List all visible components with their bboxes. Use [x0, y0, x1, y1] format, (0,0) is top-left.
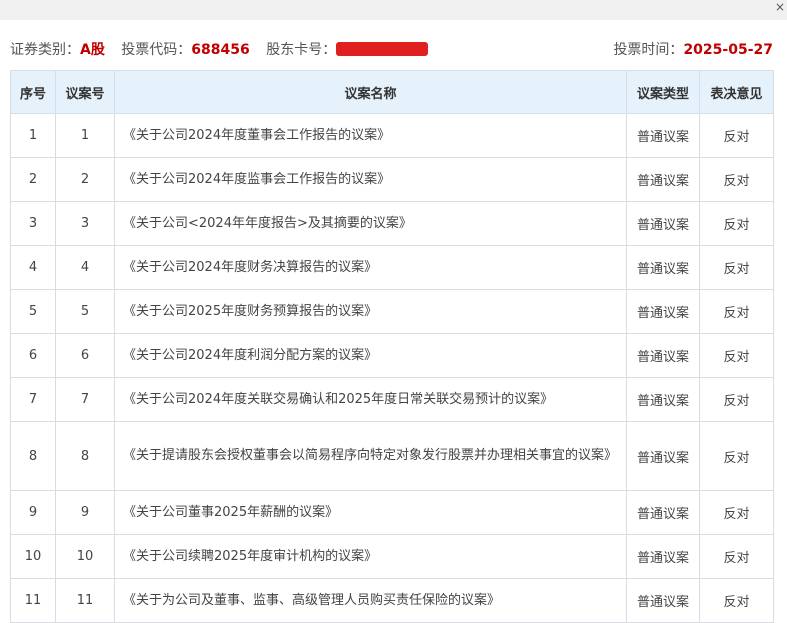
table-row: 4 4 《关于公司2024年度财务决算报告的议案》 普通议案 反对 [10, 245, 774, 290]
vote-code-value: 688456 [191, 42, 250, 58]
table-row: 7 7 《关于公司2024年度关联交易确认和2025年度日常关联交易预计的议案》… [10, 377, 774, 422]
table-row: 5 5 《关于公司2025年度财务预算报告的议案》 普通议案 反对 [10, 289, 774, 334]
vote-code: 投票代码：688456 [121, 42, 254, 58]
shareholder-card-label: 股东卡号： [266, 42, 337, 58]
cell-proposal-name: 《关于公司2024年度关联交易确认和2025年度日常关联交易预计的议案》 [114, 377, 627, 422]
vote-time-value: 2025-05-27 [683, 42, 773, 58]
cell-vote-opinion: 反对 [699, 578, 774, 623]
cell-proposal-no: 7 [55, 377, 115, 422]
proposal-table: 序号 议案号 议案名称 议案类型 表决意见 1 1 《关于公司2024年度董事会… [10, 70, 774, 623]
cell-proposal-type: 普通议案 [626, 333, 700, 378]
table-row: 1 1 《关于公司2024年度董事会工作报告的议案》 普通议案 反对 [10, 113, 774, 158]
cell-vote-opinion: 反对 [699, 245, 774, 290]
cell-vote-opinion: 反对 [699, 333, 774, 378]
cell-proposal-name: 《关于公司2025年度财务预算报告的议案》 [114, 289, 627, 334]
cell-proposal-type: 普通议案 [626, 377, 700, 422]
cell-vote-opinion: 反对 [699, 201, 774, 246]
cell-seq: 8 [10, 421, 56, 491]
table-row: 11 11 《关于为公司及董事、监事、高级管理人员购买责任保险的议案》 普通议案… [10, 578, 774, 623]
close-icon[interactable]: × [775, 0, 785, 14]
cell-seq: 9 [10, 490, 56, 535]
header-proposal-no: 议案号 [55, 70, 115, 114]
cell-vote-opinion: 反对 [699, 490, 774, 535]
cell-proposal-type: 普通议案 [626, 490, 700, 535]
redacted-card-number [336, 42, 429, 56]
cell-proposal-no: 10 [55, 534, 115, 579]
cell-proposal-type: 普通议案 [626, 157, 700, 202]
cell-seq: 3 [10, 201, 56, 246]
cell-proposal-type: 普通议案 [626, 534, 700, 579]
header-vote-opinion: 表决意见 [699, 70, 774, 114]
cell-seq: 2 [10, 157, 56, 202]
vote-time: 投票时间：2025-05-27 [613, 38, 773, 62]
security-type-label: 证券类别： [10, 42, 80, 58]
table-row: 8 8 《关于提请股东会授权董事会以简易程序向特定对象发行股票并办理相关事宜的议… [10, 421, 774, 491]
cell-proposal-name: 《关于提请股东会授权董事会以简易程序向特定对象发行股票并办理相关事宜的议案》 [114, 421, 627, 491]
table-header-row: 序号 议案号 议案名称 议案类型 表决意见 [10, 70, 774, 114]
cell-proposal-type: 普通议案 [626, 245, 700, 290]
cell-proposal-no: 11 [55, 578, 115, 623]
cell-vote-opinion: 反对 [699, 377, 774, 422]
cell-proposal-name: 《关于公司2024年度利润分配方案的议案》 [114, 333, 627, 378]
vote-time-label: 投票时间： [613, 42, 684, 58]
table-row: 3 3 《关于公司<2024年年度报告>及其摘要的议案》 普通议案 反对 [10, 201, 774, 246]
cell-vote-opinion: 反对 [699, 157, 774, 202]
cell-proposal-no: 3 [55, 201, 115, 246]
cell-vote-opinion: 反对 [699, 113, 774, 158]
cell-proposal-no: 9 [55, 490, 115, 535]
cell-proposal-no: 5 [55, 289, 115, 334]
window-top-bar: × [0, 0, 787, 20]
security-type-value: A股 [80, 42, 105, 58]
cell-proposal-no: 2 [55, 157, 115, 202]
cell-seq: 10 [10, 534, 56, 579]
cell-proposal-type: 普通议案 [626, 421, 700, 491]
table-row: 2 2 《关于公司2024年度监事会工作报告的议案》 普通议案 反对 [10, 157, 774, 202]
cell-proposal-name: 《关于公司2024年度董事会工作报告的议案》 [114, 113, 627, 158]
cell-vote-opinion: 反对 [699, 289, 774, 334]
cell-proposal-type: 普通议案 [626, 201, 700, 246]
cell-proposal-type: 普通议案 [626, 289, 700, 334]
cell-proposal-name: 《关于公司董事2025年薪酬的议案》 [114, 490, 627, 535]
vote-info-bar: 证券类别：A股 投票代码：688456 股东卡号： 投票时间：2025-05-2… [10, 38, 773, 62]
cell-proposal-no: 8 [55, 421, 115, 491]
cell-proposal-name: 《关于公司续聘2025年度审计机构的议案》 [114, 534, 627, 579]
cell-seq: 6 [10, 333, 56, 378]
header-proposal-name: 议案名称 [114, 70, 627, 114]
cell-proposal-name: 《关于公司2024年度财务决算报告的议案》 [114, 245, 627, 290]
table-row: 6 6 《关于公司2024年度利润分配方案的议案》 普通议案 反对 [10, 333, 774, 378]
shareholder-card: 股东卡号： [266, 42, 429, 58]
cell-seq: 4 [10, 245, 56, 290]
cell-proposal-no: 4 [55, 245, 115, 290]
cell-vote-opinion: 反对 [699, 534, 774, 579]
cell-proposal-no: 1 [55, 113, 115, 158]
cell-proposal-type: 普通议案 [626, 578, 700, 623]
cell-vote-opinion: 反对 [699, 421, 774, 491]
cell-seq: 5 [10, 289, 56, 334]
vote-code-label: 投票代码： [121, 42, 192, 58]
cell-proposal-name: 《关于公司<2024年年度报告>及其摘要的议案》 [114, 201, 627, 246]
cell-seq: 7 [10, 377, 56, 422]
header-proposal-type: 议案类型 [626, 70, 700, 114]
cell-proposal-name: 《关于公司2024年度监事会工作报告的议案》 [114, 157, 627, 202]
cell-proposal-type: 普通议案 [626, 113, 700, 158]
cell-proposal-name: 《关于为公司及董事、监事、高级管理人员购买责任保险的议案》 [114, 578, 627, 623]
table-row: 10 10 《关于公司续聘2025年度审计机构的议案》 普通议案 反对 [10, 534, 774, 579]
security-type: 证券类别：A股 [10, 42, 109, 58]
cell-seq: 1 [10, 113, 56, 158]
cell-seq: 11 [10, 578, 56, 623]
table-row: 9 9 《关于公司董事2025年薪酬的议案》 普通议案 反对 [10, 490, 774, 535]
header-seq: 序号 [10, 70, 56, 114]
cell-proposal-no: 6 [55, 333, 115, 378]
